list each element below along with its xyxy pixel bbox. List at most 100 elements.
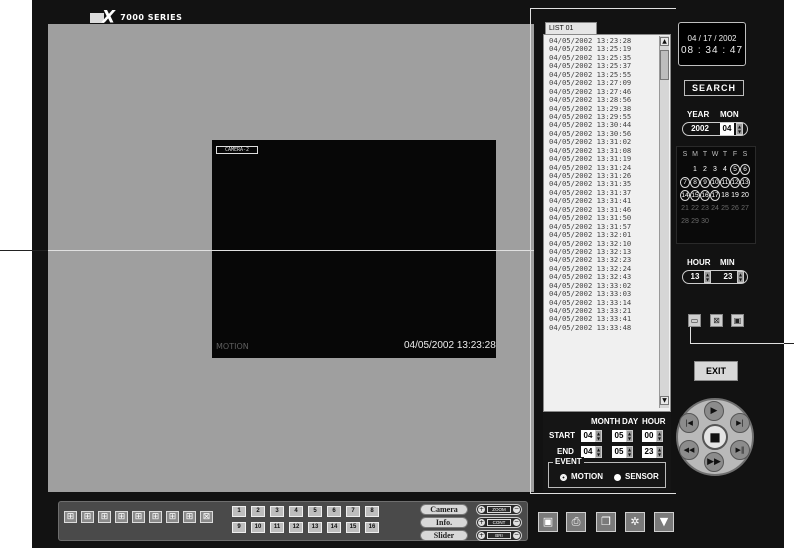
- print-icon[interactable]: ⎙: [566, 512, 586, 532]
- calendar-day[interactable]: 8: [690, 177, 700, 188]
- calendar-day[interactable]: 14: [680, 190, 690, 201]
- slider-button[interactable]: Slider: [420, 530, 468, 541]
- zoom-plus-icon[interactable]: +: [478, 506, 485, 513]
- search-button[interactable]: SEARCH: [684, 80, 744, 96]
- calendar-day[interactable]: 19: [730, 190, 740, 201]
- calendar-day[interactable]: 2: [700, 164, 710, 175]
- channel-button-3[interactable]: 3: [270, 506, 284, 517]
- event-list-scrollbar[interactable]: ▲ ▼: [659, 36, 669, 408]
- brightness-control[interactable]: + BRI −: [476, 530, 522, 541]
- motion-radio[interactable]: [560, 474, 567, 481]
- calendar-day[interactable]: 5: [730, 164, 740, 175]
- tab-list-01[interactable]: LIST 01: [545, 22, 597, 34]
- calendar-day[interactable]: 9: [700, 177, 710, 188]
- layout-10-icon[interactable]: ⊞: [149, 511, 162, 523]
- calendar-day[interactable]: 15: [690, 190, 700, 201]
- calendar-day[interactable]: 20: [740, 190, 750, 201]
- end-month-stepper[interactable]: ▲ ▼: [595, 446, 602, 458]
- motion-zoom-button[interactable]: ⊠: [710, 314, 723, 327]
- exit-button[interactable]: EXIT: [694, 361, 738, 381]
- scroll-down-icon[interactable]: ▼: [660, 396, 669, 405]
- step-back-icon[interactable]: |◀: [679, 413, 699, 433]
- single-view-button[interactable]: ▭: [688, 314, 701, 327]
- start-day-field[interactable]: 05: [612, 430, 626, 442]
- zoom-control[interactable]: + ZOOM −: [476, 504, 522, 515]
- layout-8-icon[interactable]: ⊞: [115, 511, 128, 523]
- contrast-control[interactable]: + CONT −: [476, 517, 522, 528]
- month-field[interactable]: 04: [720, 123, 734, 135]
- camera-button[interactable]: Camera: [420, 504, 468, 515]
- sensor-radio-label[interactable]: SENSOR: [625, 472, 659, 481]
- contrast-minus-icon[interactable]: −: [513, 519, 520, 526]
- channel-button-15[interactable]: 15: [346, 522, 360, 533]
- min-field[interactable]: 23: [721, 271, 735, 283]
- min-stepper[interactable]: ▲ ▼: [737, 271, 744, 283]
- layout-9-icon[interactable]: ⊞: [132, 511, 145, 523]
- calendar-day[interactable]: 6: [740, 164, 750, 175]
- calendar-day[interactable]: 23: [700, 203, 710, 214]
- calendar-day[interactable]: 30: [700, 216, 710, 227]
- channel-button-10[interactable]: 10: [251, 522, 265, 533]
- calendar-day[interactable]: 4: [720, 164, 730, 175]
- channel-button-11[interactable]: 11: [270, 522, 284, 533]
- calendar-day[interactable]: 29: [690, 216, 700, 227]
- copy-icon[interactable]: ❐: [596, 512, 616, 532]
- settings-icon[interactable]: ✲: [625, 512, 645, 532]
- info-button[interactable]: Info.: [420, 517, 468, 528]
- channel-button-12[interactable]: 12: [289, 522, 303, 533]
- calendar-day[interactable]: 25: [720, 203, 730, 214]
- calendar-day[interactable]: 18: [720, 190, 730, 201]
- channel-button-1[interactable]: 1: [232, 506, 246, 517]
- sensor-radio[interactable]: [614, 474, 621, 481]
- channel-button-13[interactable]: 13: [308, 522, 322, 533]
- calendar-day[interactable]: 10: [710, 177, 720, 188]
- month-stepper[interactable]: ▲ ▼: [736, 123, 743, 135]
- end-hour-field[interactable]: 23: [642, 446, 656, 458]
- year-field[interactable]: 2002: [688, 123, 712, 135]
- calendar-day[interactable]: 7: [680, 177, 690, 188]
- calendar-day[interactable]: 12: [730, 177, 740, 188]
- channel-button-2[interactable]: 2: [251, 506, 265, 517]
- step-forward-icon[interactable]: ▶|: [730, 413, 750, 433]
- zoom-minus-icon[interactable]: −: [513, 506, 520, 513]
- list-item[interactable]: 04/05/2002 13:33:48: [544, 323, 670, 332]
- hour-field[interactable]: 13: [688, 271, 702, 283]
- start-month-field[interactable]: 04: [581, 430, 595, 442]
- channel-button-16[interactable]: 16: [365, 522, 379, 533]
- layout-pip-icon[interactable]: ⊠: [200, 511, 213, 523]
- save-icon[interactable]: ▣: [538, 512, 558, 532]
- calendar-day[interactable]: 3: [710, 164, 720, 175]
- channel-button-4[interactable]: 4: [289, 506, 303, 517]
- layout-16-icon[interactable]: ⊞: [166, 511, 179, 523]
- brightness-minus-icon[interactable]: −: [513, 532, 520, 539]
- end-day-stepper[interactable]: ▲ ▼: [626, 446, 633, 458]
- stop-icon[interactable]: ■: [702, 424, 728, 450]
- channel-button-6[interactable]: 6: [327, 506, 341, 517]
- scroll-thumb[interactable]: [660, 50, 669, 80]
- motion-radio-label[interactable]: MOTION: [571, 472, 603, 481]
- calendar-day[interactable]: 24: [710, 203, 720, 214]
- calendar-day[interactable]: 28: [680, 216, 690, 227]
- pause-icon[interactable]: ▶‖: [730, 440, 750, 460]
- layout-4-icon[interactable]: ⊞: [64, 511, 77, 523]
- layout-quad-icon[interactable]: ⊞: [183, 511, 196, 523]
- end-hour-stepper[interactable]: ▲ ▼: [656, 446, 663, 458]
- channel-button-5[interactable]: 5: [308, 506, 322, 517]
- scroll-up-icon[interactable]: ▲: [660, 37, 669, 46]
- calendar-day[interactable]: 16: [700, 190, 710, 201]
- start-hour-field[interactable]: 00: [642, 430, 656, 442]
- end-day-field[interactable]: 05: [612, 446, 626, 458]
- channel-button-14[interactable]: 14: [327, 522, 341, 533]
- rewind-icon[interactable]: ◀◀: [679, 440, 699, 460]
- hour-stepper[interactable]: ▲ ▼: [704, 271, 711, 283]
- brightness-plus-icon[interactable]: +: [478, 532, 485, 539]
- start-hour-stepper[interactable]: ▲ ▼: [656, 430, 663, 442]
- calendar-day[interactable]: 13: [740, 177, 750, 188]
- layout-7-icon[interactable]: ⊞: [98, 511, 111, 523]
- calendar-day[interactable]: 27: [740, 203, 750, 214]
- channel-button-7[interactable]: 7: [346, 506, 360, 517]
- calendar-day[interactable]: 17: [710, 190, 720, 201]
- fast-forward-icon[interactable]: ▶▶: [704, 452, 724, 472]
- calendar-day[interactable]: 22: [690, 203, 700, 214]
- play-forward-icon[interactable]: ▶: [704, 401, 724, 421]
